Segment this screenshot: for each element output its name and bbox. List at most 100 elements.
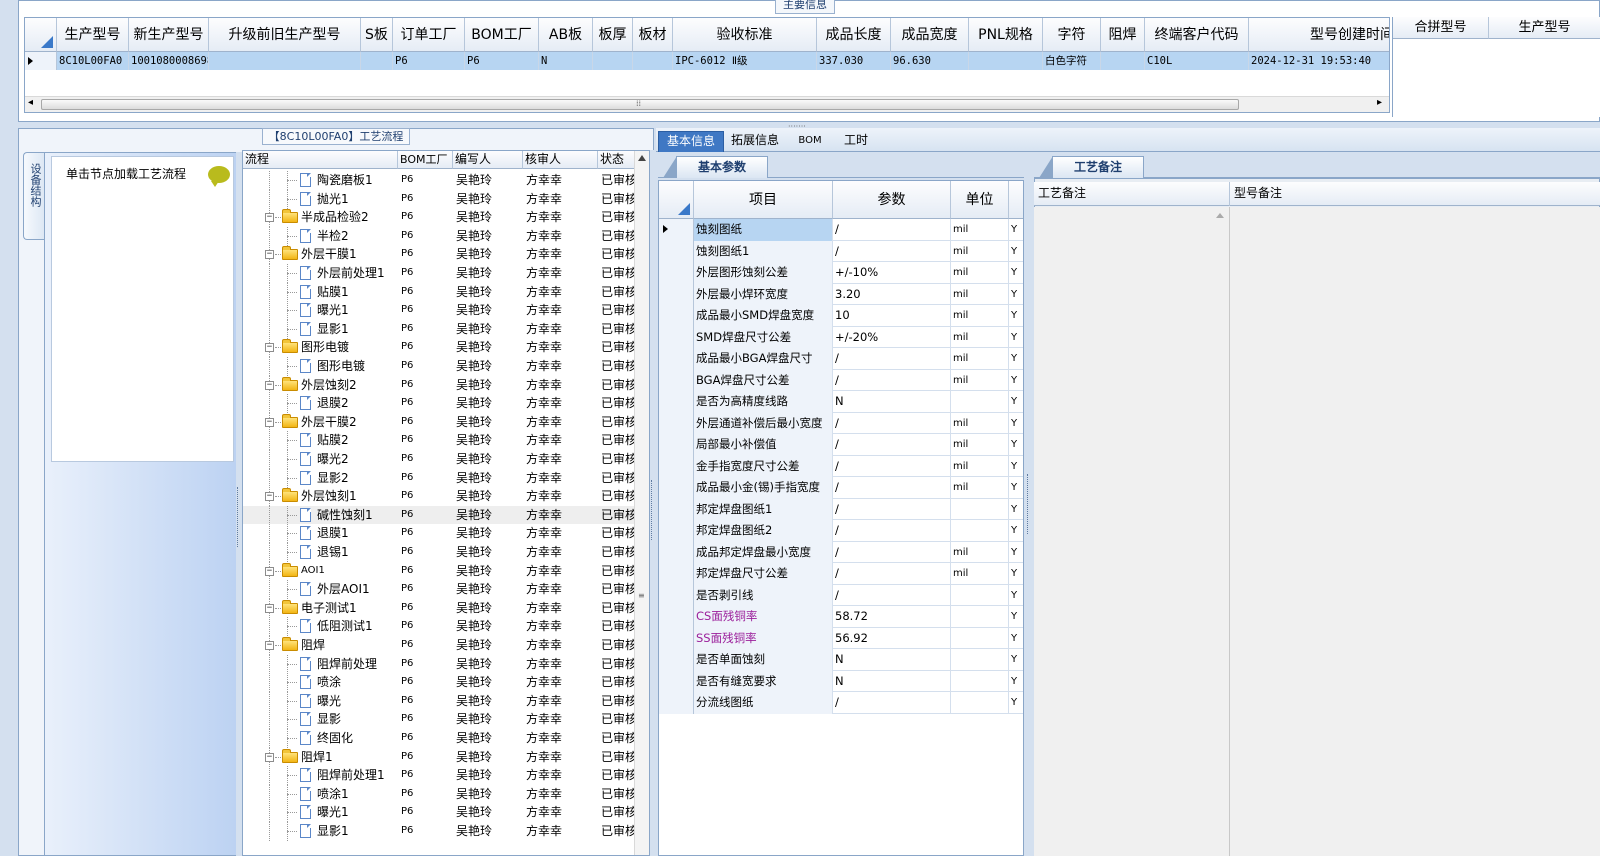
main-grid-column-header[interactable]: 订单工厂 xyxy=(393,18,465,52)
params-row[interactable]: 是否有缝宽要求 N Y xyxy=(659,670,1023,692)
main-grid-cell[interactable] xyxy=(1101,52,1145,70)
expand-toggle-icon[interactable]: − xyxy=(265,343,274,353)
params-cell-value[interactable]: / xyxy=(833,369,951,391)
main-grid-cell[interactable]: P6 xyxy=(393,52,465,70)
params-cell-value[interactable]: / xyxy=(833,541,951,563)
tree-row[interactable]: − 阻焊1 P6 吴艳玲 方幸幸 已审核 xyxy=(243,747,635,767)
main-grid-column-header[interactable]: PNL规格 xyxy=(969,18,1043,52)
params-row[interactable]: 邦定焊盘尺寸公差 / mil Y xyxy=(659,563,1023,585)
tree-row[interactable]: 阻焊前处理1 P6 吴艳玲 方幸幸 已审核 xyxy=(243,766,635,786)
params-column-header[interactable]: 项目 xyxy=(694,181,833,219)
tree-row[interactable]: 外层AOI1 P6 吴艳玲 方幸幸 已审核 xyxy=(243,580,635,600)
params-row[interactable]: 金手指宽度尺寸公差 / mil Y xyxy=(659,455,1023,477)
params-cell-value[interactable]: N xyxy=(833,670,951,692)
tree-row[interactable]: 阻焊前处理 P6 吴艳玲 方幸幸 已审核 xyxy=(243,654,635,674)
params-row[interactable]: 外层通道补偿后最小宽度 / mil Y xyxy=(659,412,1023,434)
params-row[interactable]: SMD焊盘尺寸公差 +/-20% mil Y xyxy=(659,326,1023,348)
tree-row[interactable]: − 外层蚀刻2 P6 吴艳玲 方幸幸 已审核 xyxy=(243,375,635,395)
params-cell-value[interactable]: / xyxy=(833,240,951,262)
params-row[interactable]: 成品邦定焊盘最小宽度 / mil Y xyxy=(659,541,1023,563)
side-tab-equipment-structure[interactable]: 设备结构 xyxy=(23,152,45,240)
main-grid-scroll-thumb[interactable]: ⁞⁞ xyxy=(41,99,1239,110)
flow-splitter[interactable] xyxy=(650,150,656,856)
tree-row[interactable]: − 外层干膜2 P6 吴艳玲 方幸幸 已审核 xyxy=(243,412,635,432)
expand-toggle-icon[interactable]: − xyxy=(265,417,274,427)
main-grid-horizontal-scrollbar[interactable]: ◂ ⁞⁞ ▸ xyxy=(25,96,1389,112)
scroll-left-arrow-icon[interactable]: ◂ xyxy=(28,97,33,108)
params-column-header[interactable]: 参数 xyxy=(833,181,951,219)
main-grid-column-header[interactable]: 生产型号 xyxy=(57,18,129,52)
params-cell-value[interactable]: / xyxy=(833,434,951,456)
params-row[interactable]: SS面残铜率 56.92 Y xyxy=(659,627,1023,649)
tree-row[interactable]: 低阻测试1 P6 吴艳玲 方幸幸 已审核 xyxy=(243,617,635,637)
tree-row[interactable]: 曝光1 P6 吴艳玲 方幸幸 已审核 xyxy=(243,301,635,321)
params-column-header[interactable] xyxy=(1009,181,1023,219)
params-cell-value[interactable]: 10 xyxy=(833,305,951,327)
params-cell-value[interactable]: / xyxy=(833,219,951,241)
params-cell-value[interactable]: / xyxy=(833,477,951,499)
params-row[interactable]: 成品最小BGA焊盘尺寸 / mil Y xyxy=(659,348,1023,370)
tree-row[interactable]: 喷涂1 P6 吴艳玲 方幸幸 已审核 xyxy=(243,784,635,804)
tree-row[interactable]: 退锡1 P6 吴艳玲 方幸幸 已审核 xyxy=(243,543,635,562)
expand-toggle-icon[interactable]: − xyxy=(265,752,274,762)
params-cell-value[interactable]: N xyxy=(833,391,951,413)
main-grid-column-header[interactable]: AB板 xyxy=(539,18,593,52)
params-cell-value[interactable]: +/-10% xyxy=(833,262,951,284)
tree-column-header[interactable]: 流程 xyxy=(243,151,398,169)
params-cell-value[interactable]: / xyxy=(833,563,951,585)
params-column-header[interactable]: 单位 xyxy=(951,181,1009,219)
main-grid-column-header[interactable]: S板 xyxy=(361,18,393,52)
main-grid-cell[interactable] xyxy=(969,52,1043,70)
main-grid-cell[interactable]: P6 xyxy=(465,52,539,70)
main-grid-column-header[interactable]: 新生产型号 xyxy=(129,18,209,52)
main-grid-column-header[interactable]: 升级前旧生产型号 xyxy=(209,18,361,52)
main-grid-column-header[interactable]: 成品宽度 xyxy=(891,18,969,52)
main-grid-column-header[interactable]: 板厚 xyxy=(593,18,633,52)
tree-column-header[interactable]: 状态 xyxy=(598,151,635,169)
main-grid-cell[interactable] xyxy=(209,52,361,70)
merge-grid-column-header[interactable]: 合拼型号 xyxy=(1393,17,1489,39)
params-cell-value[interactable]: / xyxy=(833,455,951,477)
main-grid-column-header[interactable]: 阻焊 xyxy=(1101,18,1145,52)
params-row[interactable]: 邦定焊盘图纸2/ Y xyxy=(659,520,1023,542)
tree-row[interactable]: 陶瓷磨板1 P6 吴艳玲 方幸幸 已审核 xyxy=(243,171,635,190)
tab-work-hours[interactable]: 工时 xyxy=(834,131,878,152)
merge-grid-column-header[interactable]: 生产型号 xyxy=(1489,17,1600,39)
expand-toggle-icon[interactable]: − xyxy=(265,492,274,502)
params-row[interactable]: BGA焊盘尺寸公差 / mil Y xyxy=(659,369,1023,391)
params-cell-value[interactable]: / xyxy=(833,412,951,434)
expand-toggle-icon[interactable]: − xyxy=(265,380,274,390)
params-cell-value[interactable]: N xyxy=(833,649,951,671)
tree-row[interactable]: 抛光1 P6 吴艳玲 方幸幸 已审核 xyxy=(243,189,635,209)
params-cell-value[interactable]: / xyxy=(833,584,951,606)
params-row[interactable]: 局部最小补偿值 / mil Y xyxy=(659,434,1023,456)
tree-vertical-scrollbar[interactable]: ≡ xyxy=(634,151,649,855)
params-row[interactable]: 邦定焊盘图纸1/ Y xyxy=(659,498,1023,520)
tab-bom[interactable]: BOM xyxy=(786,131,834,152)
tab-extended-info[interactable]: 拓展信息 xyxy=(724,131,786,152)
tab-process-notes[interactable]: 工艺备注 xyxy=(1039,156,1144,178)
params-row[interactable]: 成品最小金(锡)手指宽度 / mil Y xyxy=(659,477,1023,499)
tree-row[interactable]: 显影2 P6 吴艳玲 方幸幸 已审核 xyxy=(243,468,635,488)
main-grid-cell[interactable]: 96.630 xyxy=(891,52,969,70)
params-cell-value[interactable]: 56.92 xyxy=(833,627,951,649)
params-row[interactable]: 成品最小SMD焊盘宽度 10 mil Y xyxy=(659,305,1023,327)
main-grid-cell[interactable]: 8C10L00FA0 xyxy=(57,52,129,70)
params-cell-value[interactable]: 58.72 xyxy=(833,606,951,628)
expand-toggle-icon[interactable]: − xyxy=(265,603,274,613)
tree-row[interactable]: 曝光 P6 吴艳玲 方幸幸 已审核 xyxy=(243,691,635,711)
process-remark-area[interactable] xyxy=(1034,207,1230,856)
scroll-up-arrow-icon[interactable] xyxy=(638,155,646,161)
tree-row[interactable]: 贴膜1 P6 吴艳玲 方幸幸 已审核 xyxy=(243,282,635,302)
main-grid-cell[interactable]: IPC-6012 Ⅱ级 xyxy=(673,52,817,70)
params-row[interactable]: 外层图形蚀刻公差 +/-10% mil Y xyxy=(659,262,1023,284)
tree-row[interactable]: 显影 P6 吴艳玲 方幸幸 已审核 xyxy=(243,710,635,730)
params-row[interactable]: 外层最小焊环宽度 3.20 mil Y xyxy=(659,283,1023,305)
node-hint-box[interactable]: 单击节点加载工艺流程 xyxy=(51,156,234,462)
main-grid-column-header[interactable]: 验收标准 xyxy=(673,18,817,52)
tree-row[interactable]: 显影1 P6 吴艳玲 方幸幸 已审核 xyxy=(243,822,635,841)
main-grid-column-header[interactable]: BOM工厂 xyxy=(465,18,539,52)
tab-basic-params[interactable]: 基本参数 xyxy=(663,156,768,178)
tree-row[interactable]: 显影1 P6 吴艳玲 方幸幸 已审核 xyxy=(243,319,635,339)
main-grid-column-header[interactable]: 成品长度 xyxy=(817,18,891,52)
